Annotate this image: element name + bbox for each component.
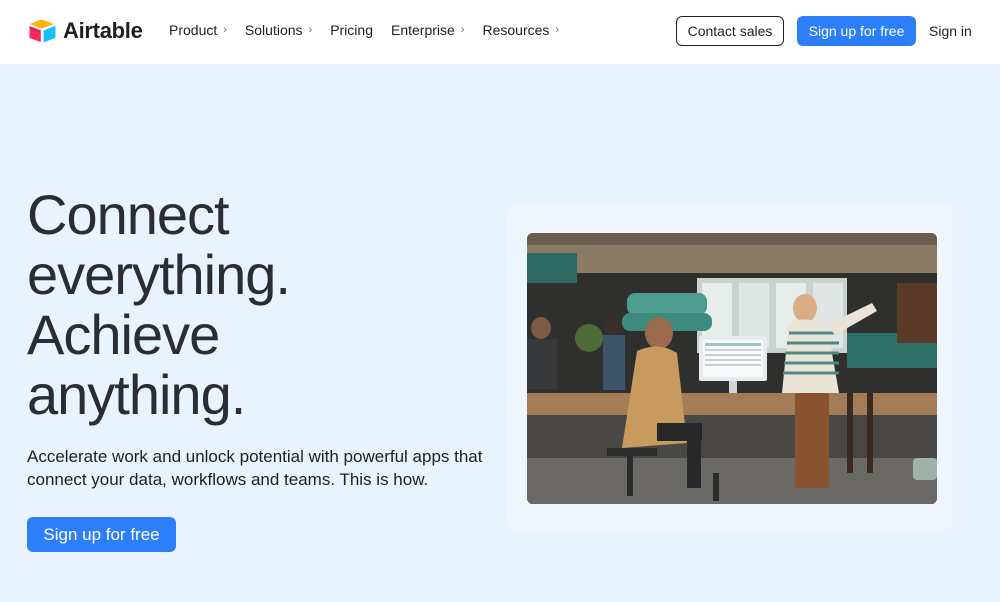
nav-item-label: Solutions [244,22,303,38]
nav-signup-button[interactable]: Sign up for free [797,16,916,46]
nav-item-label: Resources [482,22,550,38]
airtable-logo-icon [29,19,56,43]
signin-link[interactable]: Sign in [929,23,972,39]
chevron-right-icon: › [555,24,560,36]
nav-item-pricing[interactable]: Pricing [330,22,373,38]
hero-signup-button[interactable]: Sign up for free [27,517,176,552]
hero-subtext: Accelerate work and unlock potential wit… [27,447,483,489]
nav-item-label: Enterprise [390,22,455,38]
headline-line: everything. [27,243,291,306]
headline-line: Achieve [27,303,220,366]
brand-logo[interactable]: Airtable [28,18,143,44]
chevron-right-icon: › [460,24,465,36]
nav-item-label: Product [169,22,218,38]
nav-item-resources[interactable]: Resources › [482,22,559,38]
hero-headline: Connect everything. Achieve anything. [27,183,291,426]
headline-line: anything. [27,363,246,426]
nav-item-product[interactable]: Product › [169,22,227,38]
hero-photo [527,233,937,504]
headline-line: Connect [27,183,230,246]
nav-item-label: Pricing [330,22,373,38]
nav-item-enterprise[interactable]: Enterprise › [391,22,464,38]
top-nav: Airtable Product › Solutions › Pricing E… [0,0,1000,64]
chevron-right-icon: › [308,24,313,36]
contact-sales-button[interactable]: Contact sales [676,16,784,46]
primary-nav: Product › Solutions › Pricing Enterprise… [169,22,577,38]
nav-item-solutions[interactable]: Solutions › [245,22,312,38]
chevron-right-icon: › [223,24,227,36]
brand-name: Airtable [63,18,143,43]
office-scene-illustration [527,233,937,504]
